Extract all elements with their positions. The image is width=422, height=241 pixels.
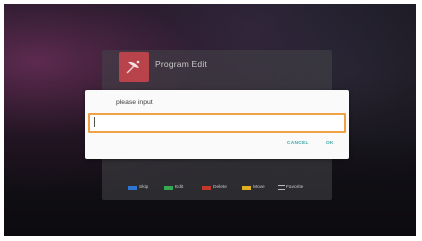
text-cursor [94, 117, 95, 127]
satellite-dish-icon [119, 52, 149, 82]
cancel-button[interactable]: CANCEL [287, 141, 309, 146]
green-key-icon [164, 185, 173, 190]
legend-move: Move [242, 185, 265, 195]
text-input-field[interactable] [88, 113, 346, 133]
input-dialog: please input CANCEL OK [85, 90, 349, 159]
legend-skip-label: Skip [139, 185, 149, 190]
legend-edit: Edit [164, 185, 183, 195]
legend-favorite: Favorite [278, 185, 303, 195]
legend-move-label: Move [253, 185, 265, 190]
legend-skip: Skip [128, 185, 148, 195]
ok-button[interactable]: OK [326, 141, 334, 146]
legend-delete-label: Delete [213, 185, 227, 190]
favorite-icon [278, 185, 285, 190]
tv-screen: Program Edit Skip Edit Delete Move Favor… [4, 4, 416, 236]
dialog-title: please input [116, 99, 153, 106]
program-edit-title: Program Edit [155, 59, 208, 69]
legend-edit-label: Edit [175, 185, 184, 190]
program-edit-header: Program Edit [102, 50, 332, 82]
red-key-icon [202, 185, 211, 190]
blue-key-icon [128, 185, 137, 190]
legend-favorite-label: Favorite [286, 185, 304, 190]
yellow-key-icon [242, 185, 251, 190]
legend-delete: Delete [202, 185, 227, 195]
